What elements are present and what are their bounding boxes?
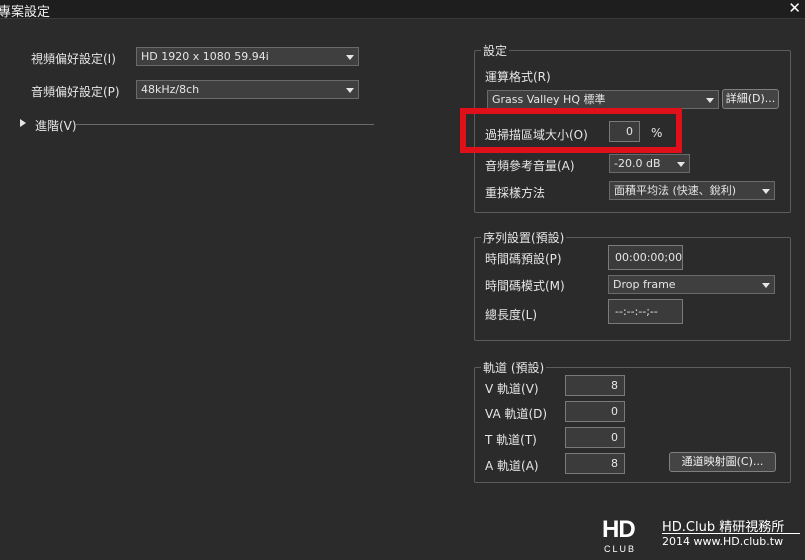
audio-reference-value: -20.0 dB	[614, 157, 661, 170]
watermark-divider	[662, 533, 800, 534]
resample-value: 面積平均法 (快速、銳利)	[614, 184, 737, 197]
a-track-label: A 軌道(A)	[485, 459, 539, 473]
audio-preset-value: 48kHz/8ch	[141, 83, 200, 96]
audio-reference-label: 音頻參考音量(A)	[485, 159, 575, 173]
advanced-divider	[76, 124, 374, 125]
highlight-box	[460, 108, 682, 153]
sequence-group-title: 序列設置(預設)	[481, 229, 567, 246]
timecode-mode-select[interactable]: Drop frame	[608, 275, 775, 294]
details-button[interactable]: 詳細(D)...	[722, 89, 779, 109]
chevron-down-icon	[346, 55, 354, 60]
chevron-down-icon	[762, 189, 770, 194]
audio-preset-label: 音頻偏好設定(P)	[31, 85, 120, 99]
channel-map-button[interactable]: 通道映射圖(C)...	[669, 452, 776, 472]
resample-label: 重採樣方法	[485, 186, 546, 200]
resample-select[interactable]: 面積平均法 (快速、銳利)	[609, 181, 775, 200]
window-title: 專案設定	[0, 5, 51, 20]
video-preset-value: HD 1920 x 1080 59.94i	[141, 50, 269, 63]
a-track-input[interactable]: 8	[565, 453, 625, 474]
video-preset-label: 視頻偏好設定(I)	[31, 52, 116, 66]
timecode-preset-input[interactable]: 00:00:00;00	[608, 245, 683, 270]
audio-preset-select[interactable]: 48kHz/8ch	[136, 80, 359, 99]
t-track-label: T 軌道(T)	[485, 433, 537, 447]
title-bar: 專案設定 ✕	[0, 0, 805, 20]
timecode-mode-value: Drop frame	[613, 278, 676, 291]
render-format-label: 運算格式(R)	[485, 70, 551, 84]
audio-reference-select[interactable]: -20.0 dB	[609, 154, 690, 173]
video-preset-select[interactable]: HD 1920 x 1080 59.94i	[136, 47, 359, 66]
timecode-mode-label: 時間碼模式(M)	[485, 279, 565, 293]
va-track-label: VA 軌道(D)	[485, 407, 548, 421]
render-format-select[interactable]: Grass Valley HQ 標準	[487, 90, 719, 109]
v-track-input[interactable]: 8	[565, 375, 625, 396]
watermark-club: CLUB	[604, 544, 637, 554]
watermark: HD CLUB HD.Club 精研視務所 2014 www.HD.club.t…	[602, 514, 802, 558]
close-icon[interactable]: ✕	[788, 0, 801, 17]
v-track-label: V 軌道(V)	[485, 382, 539, 396]
va-track-input[interactable]: 0	[565, 401, 625, 422]
timecode-preset-label: 時間碼預設(P)	[485, 252, 562, 266]
watermark-logo: HD	[602, 516, 636, 543]
chevron-down-icon	[706, 98, 714, 103]
total-length-input: --:--:--;--	[608, 299, 683, 324]
render-format-value: Grass Valley HQ 標準	[492, 93, 606, 106]
chevron-down-icon	[762, 283, 770, 288]
t-track-input[interactable]: 0	[565, 427, 625, 448]
chevron-down-icon	[677, 162, 685, 167]
tracks-group-title: 軌道 (預設)	[481, 359, 547, 376]
expand-arrow-icon[interactable]	[20, 119, 26, 127]
total-length-label: 總長度(L)	[485, 308, 538, 322]
watermark-url: 2014 www.HD.club.tw	[662, 535, 784, 548]
advanced-toggle[interactable]: 進階(V)	[35, 117, 77, 134]
settings-group-title: 設定	[481, 42, 510, 59]
chevron-down-icon	[346, 88, 354, 93]
